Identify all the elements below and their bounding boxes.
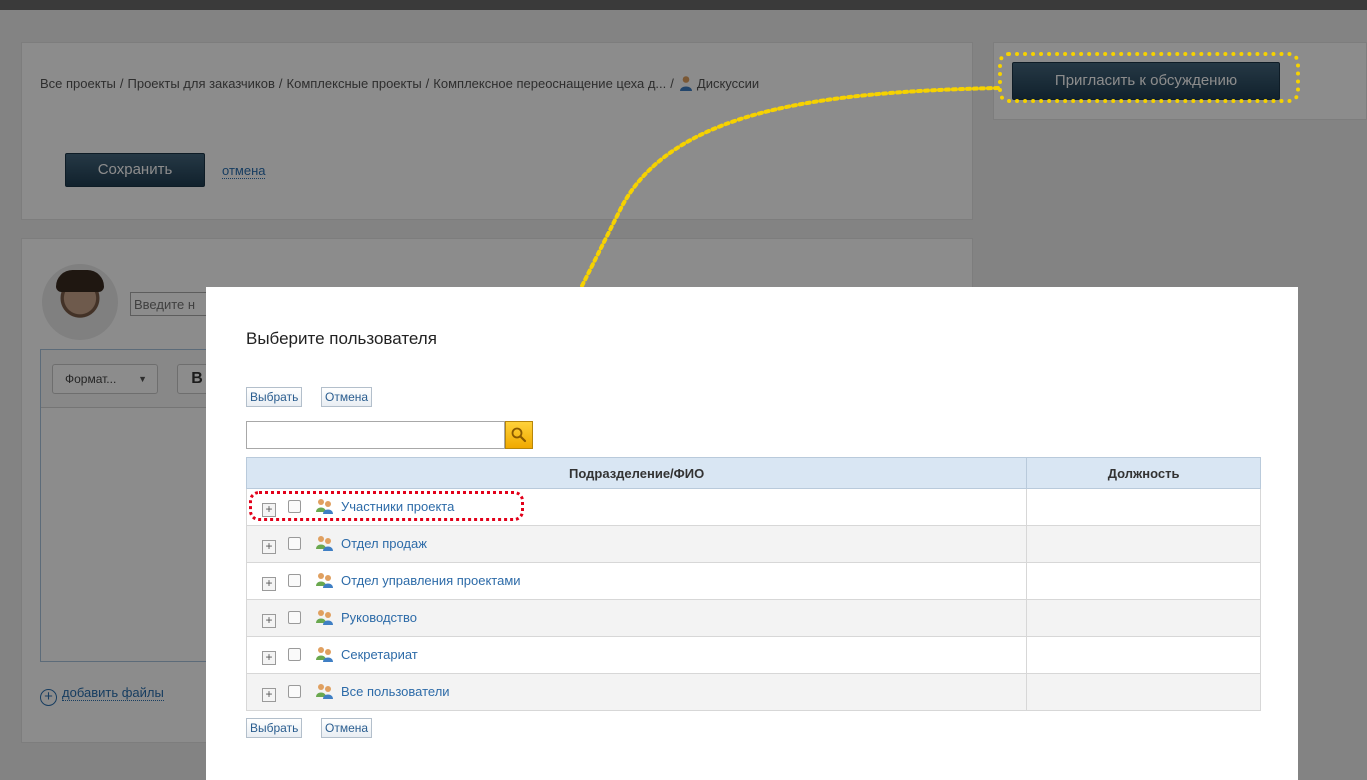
table-row[interactable]: + Отдел продаж [245, 525, 1261, 563]
department-name[interactable]: Секретариат [341, 647, 418, 662]
row-checkbox[interactable] [288, 499, 301, 513]
tree-body: + Участники проекта + Отдел продаж + Отдел уп… [245, 488, 1261, 711]
table-row[interactable]: + Все пользователи [245, 673, 1261, 711]
table-row[interactable]: + Руководство [245, 599, 1261, 637]
top-bar [0, 0, 1367, 10]
department-name[interactable]: Отдел управления проектами [341, 573, 521, 588]
department-cell: + Отдел управления проектами [245, 562, 1028, 600]
expand-plus-icon[interactable]: + [262, 613, 276, 628]
cancel-button-bottom[interactable]: Отмена [321, 718, 373, 738]
expand-plus-icon[interactable]: + [262, 650, 276, 665]
row-checkbox[interactable] [288, 573, 301, 587]
department-cell: + Все пользователи [245, 673, 1028, 711]
position-cell [1026, 636, 1261, 674]
expand-plus-icon[interactable]: + [262, 539, 276, 554]
expand-plus-icon[interactable]: + [262, 687, 276, 702]
group-icon [316, 646, 333, 662]
position-cell [1026, 562, 1261, 600]
table-row[interactable]: + Отдел управления проектами [245, 562, 1261, 600]
expand-plus-icon[interactable]: + [262, 576, 276, 591]
cancel-button-top[interactable]: Отмена [321, 387, 373, 407]
column-header-department[interactable]: Подразделение/ФИО [245, 457, 1028, 489]
row-checkbox[interactable] [288, 610, 301, 624]
row-checkbox[interactable] [288, 536, 301, 550]
group-icon [316, 609, 333, 625]
group-icon [316, 572, 333, 588]
group-icon [316, 535, 333, 551]
department-name[interactable]: Отдел продаж [341, 536, 427, 551]
group-icon [316, 683, 333, 699]
department-cell: + Участники проекта [245, 488, 1028, 526]
row-checkbox[interactable] [288, 647, 301, 661]
table-header-row: Подразделение/ФИО Должность [245, 457, 1261, 489]
department-cell: + Отдел продаж [245, 525, 1028, 563]
search-input[interactable] [246, 421, 505, 449]
department-name[interactable]: Участники проекта [341, 499, 454, 514]
select-user-dialog: Выберите пользователя Выбрать Отмена Под… [206, 287, 1298, 780]
department-name[interactable]: Руководство [341, 610, 417, 625]
group-icon [316, 498, 333, 514]
search-icon [511, 427, 527, 443]
select-button-bottom[interactable]: Выбрать [246, 718, 303, 738]
department-name[interactable]: Все пользователи [341, 684, 450, 699]
search-button[interactable] [505, 421, 533, 449]
select-button-top[interactable]: Выбрать [246, 387, 303, 407]
row-checkbox[interactable] [288, 684, 301, 698]
column-header-position[interactable]: Должность [1026, 457, 1261, 489]
position-cell [1026, 599, 1261, 637]
table-row[interactable]: + Секретариат [245, 636, 1261, 674]
user-tree-table: Подразделение/ФИО Должность + Участники п… [245, 457, 1261, 711]
department-cell: + Руководство [245, 599, 1028, 637]
table-row[interactable]: + Участники проекта [245, 488, 1261, 526]
dialog-title: Выберите пользователя [246, 329, 437, 348]
department-cell: + Секретариат [245, 636, 1028, 674]
position-cell [1026, 673, 1261, 711]
expand-plus-icon[interactable]: + [262, 502, 276, 517]
position-cell [1026, 488, 1261, 526]
position-cell [1026, 525, 1261, 563]
